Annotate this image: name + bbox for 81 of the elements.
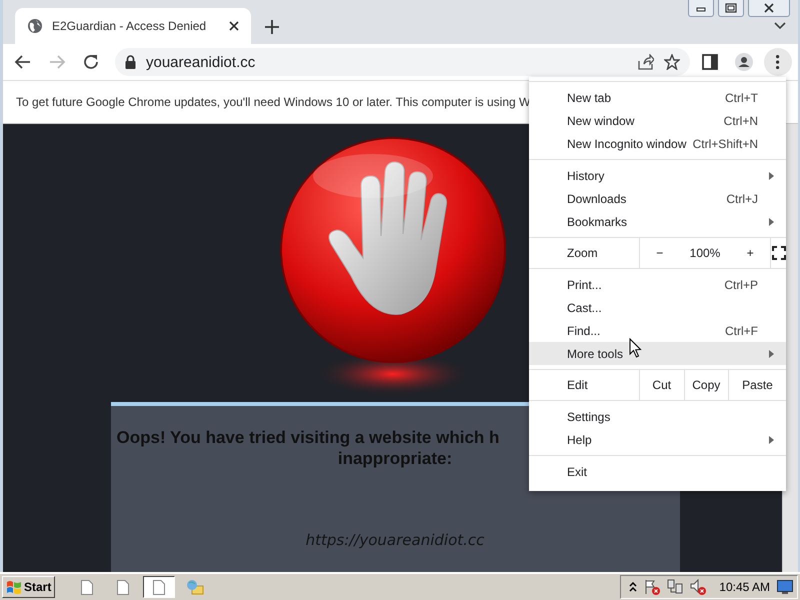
menu-item-label: Bookmarks	[567, 214, 628, 228]
shortcut-text: Ctrl+N	[724, 114, 759, 128]
menu-item[interactable]: Find... Ctrl+F	[529, 319, 786, 342]
maximize-icon	[724, 3, 738, 13]
menu-item[interactable]: New window Ctrl+N	[529, 109, 786, 132]
show-hidden-icons-icon[interactable]	[629, 582, 638, 592]
close-icon[interactable]	[229, 21, 239, 31]
forward-icon	[48, 53, 66, 71]
menu-item-label: History	[567, 168, 604, 182]
flag-error-icon[interactable]	[644, 579, 660, 595]
menu-item-label: New window	[567, 114, 634, 128]
blocked-url: https://youareanidiot.cc	[306, 531, 484, 549]
side-panel-icon	[701, 53, 719, 71]
network-folder-icon	[186, 579, 204, 595]
shortcut-text: Ctrl+F	[725, 324, 759, 338]
menu-item[interactable]: More tools	[529, 342, 786, 365]
menu-item-label: Zoom	[566, 246, 599, 260]
menu-item-label: Find...	[567, 324, 600, 338]
back-icon	[14, 53, 32, 71]
browser-tab[interactable]: E2Guardian - Access Denied	[15, 8, 251, 44]
menu-item[interactable]: Bookmarks	[529, 210, 786, 233]
speaker-muted-icon[interactable]	[690, 579, 706, 595]
menu-item[interactable]: History	[529, 164, 786, 187]
menu-item[interactable]: New Incognito window Ctrl+Shift+N	[529, 132, 786, 155]
windows-logo-icon	[6, 580, 22, 594]
star-icon[interactable]	[664, 54, 680, 70]
zoom-level: 100%	[690, 246, 720, 260]
tab-title: E2Guardian - Access Denied	[52, 19, 208, 33]
zoom-out-button[interactable]: −	[650, 238, 670, 268]
minimize-button[interactable]	[688, 0, 714, 17]
profile-icon	[735, 53, 753, 71]
edit-action-button[interactable]: Cut	[646, 370, 678, 400]
reload-icon	[82, 53, 100, 71]
shortcut-text: Ctrl+J	[726, 192, 759, 206]
fullscreen-button[interactable]	[772, 246, 786, 260]
lock-icon	[125, 55, 136, 69]
zoom-in-button[interactable]: +	[740, 238, 760, 268]
menu-item[interactable]: New tab Ctrl+T	[529, 86, 786, 109]
maximize-button[interactable]	[718, 0, 744, 17]
edit-action-button[interactable]: Copy	[686, 370, 726, 400]
close-icon	[762, 3, 776, 13]
menu-item-label: Help	[567, 432, 592, 446]
shortcut-text: Ctrl+P	[724, 278, 759, 292]
start-button[interactable]: Start	[2, 576, 56, 598]
menu-item-label: Cast...	[567, 300, 602, 314]
menu-item-label: More tools	[567, 346, 624, 360]
url-text: youareanidiot.cc	[146, 54, 256, 70]
network-icon[interactable]	[667, 579, 684, 595]
document-icon	[81, 580, 94, 594]
close-button[interactable]	[748, 0, 790, 17]
menu-item[interactable]: Cast...	[529, 296, 786, 319]
menu-item-label: New tab	[567, 90, 612, 104]
menu-item[interactable]: Print... Ctrl+P	[529, 273, 786, 296]
clock: 10:45 AM	[719, 580, 770, 594]
shortcut-text: Ctrl+Shift+N	[692, 136, 759, 150]
menu-item[interactable]: Help	[529, 428, 786, 451]
document-icon	[117, 580, 130, 594]
menu-item[interactable]: Downloads Ctrl+J	[529, 187, 786, 210]
share-icon[interactable]	[638, 54, 654, 70]
globe-icon	[27, 18, 43, 34]
menu-icon	[776, 54, 780, 70]
shortcut-text: Ctrl+T	[725, 90, 759, 104]
menu-item-label: Downloads	[567, 192, 626, 206]
new-tab-icon[interactable]	[265, 20, 279, 34]
menu-button[interactable]	[764, 48, 792, 76]
mouse-cursor-icon	[629, 338, 642, 358]
menu-item-label: Exit	[567, 464, 588, 478]
taskbar-button[interactable]	[143, 576, 176, 598]
address-bar[interactable]: youareanidiot.cc	[115, 48, 690, 76]
edit-action-button[interactable]: Paste	[736, 370, 779, 400]
chevron-down-icon[interactable]	[774, 22, 786, 30]
blocked-heading: inappropriate:	[338, 449, 452, 469]
menu-item[interactable]: Exit	[529, 460, 786, 483]
show-desktop-icon[interactable]	[777, 580, 793, 594]
menu-item-label: New Incognito window	[567, 136, 686, 150]
document-icon	[153, 580, 166, 594]
menu-item[interactable]: Settings	[529, 405, 786, 428]
blocked-heading: Oops! You have tried visiting a website which h	[116, 428, 500, 448]
menu-item-label: Print...	[567, 278, 602, 292]
menu-item-label: Settings	[567, 410, 610, 424]
menu-item-label: Edit	[566, 378, 589, 392]
